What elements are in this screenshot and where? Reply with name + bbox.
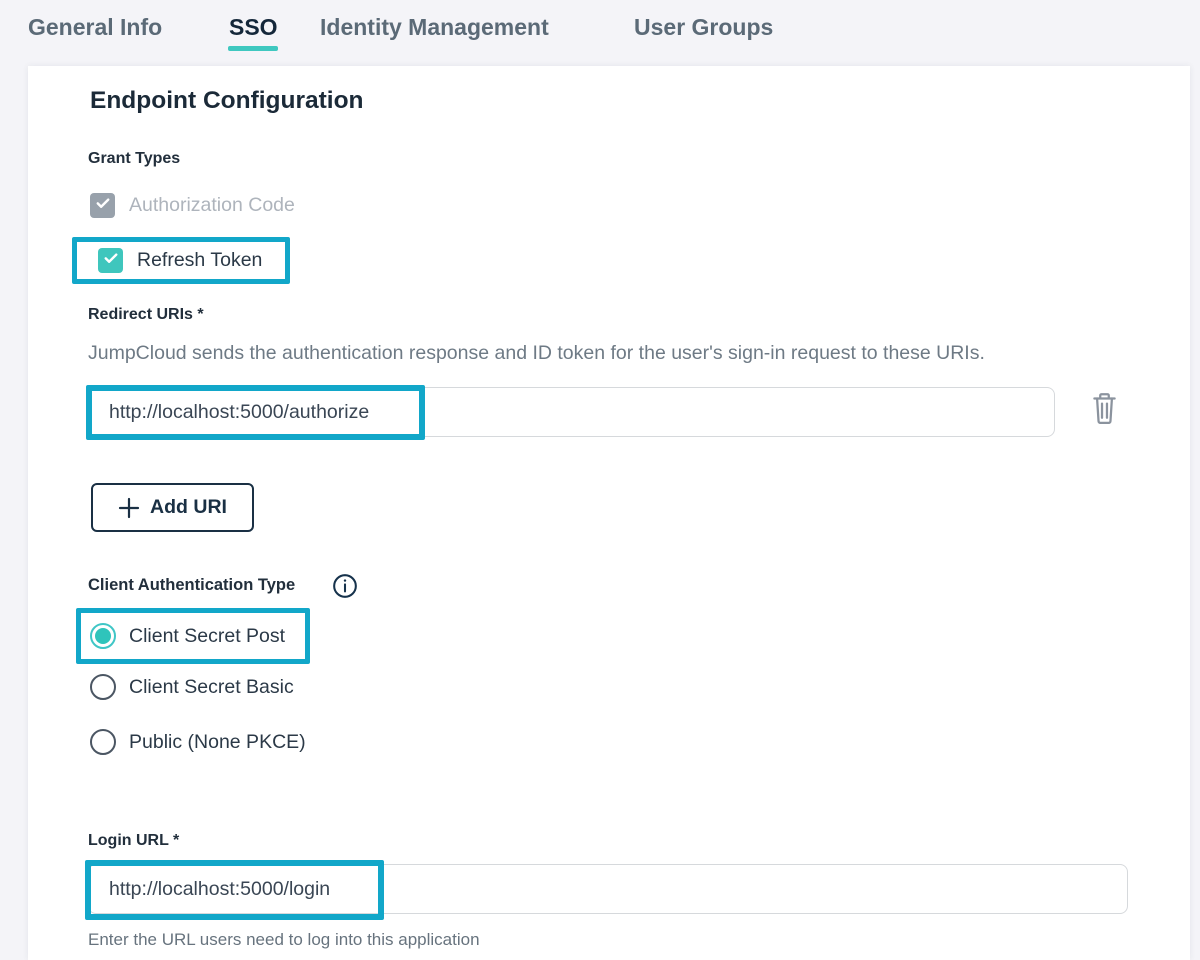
grant-types-label: Grant Types xyxy=(88,150,180,168)
client-auth-type-label: Client Authentication Type xyxy=(88,576,295,595)
login-url-helper-text: Enter the URL users need to log into thi… xyxy=(88,930,480,950)
client-secret-post-radio[interactable] xyxy=(90,623,116,649)
public-none-pkce-label: Public (None PKCE) xyxy=(129,731,306,754)
add-uri-button-label: Add URI xyxy=(150,496,227,519)
checkmark-icon xyxy=(94,194,112,217)
tab-sso[interactable]: SSO xyxy=(229,13,278,41)
checkbox-row-refresh-token[interactable]: Refresh Token xyxy=(77,242,285,279)
radio-row-client-secret-post[interactable]: Client Secret Post xyxy=(81,613,305,659)
delete-uri-button[interactable] xyxy=(1091,392,1118,425)
plus-icon xyxy=(118,497,140,519)
tab-user-groups[interactable]: User Groups xyxy=(634,13,773,41)
page-title: Endpoint Configuration xyxy=(90,87,364,115)
redirect-uris-label: Redirect URIs * xyxy=(88,306,204,324)
active-tab-underline xyxy=(228,46,278,51)
public-none-pkce-radio[interactable] xyxy=(90,729,116,755)
refresh-token-checkbox[interactable] xyxy=(98,248,123,273)
annotation-highlight-refresh-token: Refresh Token xyxy=(72,237,290,284)
radio-row-public-none-pkce[interactable]: Public (None PKCE) xyxy=(90,729,306,755)
redirect-uris-description: JumpCloud sends the authentication respo… xyxy=(88,342,985,365)
tab-general-info[interactable]: General Info xyxy=(28,13,162,41)
sso-configuration-page: General Info SSO Identity Management Use… xyxy=(0,0,1200,960)
redirect-uri-input[interactable] xyxy=(88,387,1055,437)
authorization-code-label: Authorization Code xyxy=(129,194,295,217)
checkbox-row-authorization-code[interactable]: Authorization Code xyxy=(90,193,295,218)
radio-dot xyxy=(95,628,111,644)
checkmark-icon xyxy=(102,249,120,272)
login-url-label: Login URL * xyxy=(88,832,179,850)
radio-row-client-secret-basic[interactable]: Client Secret Basic xyxy=(90,674,294,700)
client-secret-post-label: Client Secret Post xyxy=(129,625,285,648)
client-secret-basic-label: Client Secret Basic xyxy=(129,676,294,699)
authorization-code-checkbox[interactable] xyxy=(90,193,115,218)
trash-icon xyxy=(1091,413,1118,428)
client-secret-basic-radio[interactable] xyxy=(90,674,116,700)
annotation-highlight-client-secret-post: Client Secret Post xyxy=(76,608,310,664)
refresh-token-label: Refresh Token xyxy=(137,249,262,272)
tab-identity-management[interactable]: Identity Management xyxy=(320,13,549,41)
add-uri-button[interactable]: Add URI xyxy=(91,483,254,532)
login-url-input[interactable] xyxy=(88,864,1128,914)
info-icon[interactable] xyxy=(332,573,358,599)
